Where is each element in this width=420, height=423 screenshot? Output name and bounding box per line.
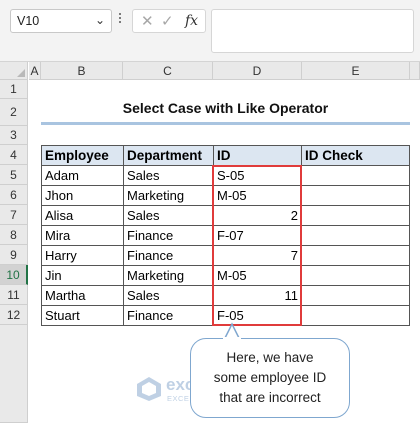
formula-controls: ✕ ✓ fx	[132, 9, 206, 33]
enter-icon[interactable]: ✓	[161, 12, 174, 30]
row-header-5[interactable]: 5	[0, 165, 28, 185]
cancel-icon[interactable]: ✕	[141, 12, 154, 30]
callout-tail-mask	[223, 337, 241, 341]
cell-id-check[interactable]	[301, 205, 410, 226]
cell-id[interactable]: F-07	[213, 225, 302, 246]
cell-department[interactable]: Finance	[123, 305, 214, 326]
column-header-c[interactable]: C	[123, 62, 213, 80]
cell-employee[interactable]: Jin	[41, 265, 124, 286]
cell-id[interactable]: 7	[213, 245, 302, 266]
table-row: Alisa Sales 2	[41, 205, 410, 226]
chevron-down-icon[interactable]: ⌄	[95, 13, 105, 27]
cell-id-check[interactable]	[301, 185, 410, 206]
cell-department[interactable]: Sales	[123, 285, 214, 306]
table-row: Jhon Marketing M-05	[41, 185, 410, 206]
table-row: Martha Sales 11	[41, 285, 410, 306]
cell-id[interactable]: 11	[213, 285, 302, 306]
cell-id[interactable]: M-05	[213, 185, 302, 206]
header-id-check[interactable]: ID Check	[301, 145, 410, 166]
row-header-11[interactable]: 11	[0, 285, 28, 305]
table-row: Harry Finance 7	[41, 245, 410, 266]
table-row: Mira Finance F-07	[41, 225, 410, 246]
column-header-a[interactable]: A	[29, 62, 41, 80]
header-employee[interactable]: Employee	[41, 145, 124, 166]
name-box[interactable]: V10 ⌄	[10, 9, 112, 33]
header-department[interactable]: Department	[123, 145, 214, 166]
header-id[interactable]: ID	[213, 145, 302, 166]
column-header-d[interactable]: D	[213, 62, 302, 80]
callout-line-1: Here, we have	[226, 350, 314, 365]
cell-id[interactable]: F-05	[213, 305, 302, 326]
table-header-row: Employee Department ID ID Check	[41, 145, 410, 166]
cell-employee[interactable]: Stuart	[41, 305, 124, 326]
callout-line-3: that are incorrect	[219, 390, 321, 405]
callout-line-2: some employee ID	[213, 370, 327, 385]
row-header-10[interactable]: 10	[0, 265, 28, 285]
cell-id[interactable]: M-05	[213, 265, 302, 286]
row-header-2[interactable]: 2	[0, 99, 28, 126]
worksheet: A B C D E 1 2 3 4 5 6 7 8 9 10 11 12 Sel…	[0, 62, 420, 423]
cell-id[interactable]: S-05	[213, 165, 302, 186]
row-header-1[interactable]: 1	[0, 80, 28, 99]
row-header-3[interactable]: 3	[0, 126, 28, 145]
cell-employee[interactable]: Alisa	[41, 205, 124, 226]
title-underline	[41, 122, 410, 125]
row-header-8[interactable]: 8	[0, 225, 28, 245]
more-options-icon[interactable]	[117, 11, 123, 29]
cell-id-check[interactable]	[301, 285, 410, 306]
sheet-title: Select Case with Like Operator	[122, 100, 329, 116]
column-header-e[interactable]: E	[302, 62, 410, 80]
cell-employee[interactable]: Martha	[41, 285, 124, 306]
cell-employee[interactable]: Adam	[41, 165, 124, 186]
cell-employee[interactable]: Harry	[41, 245, 124, 266]
cell-department[interactable]: Marketing	[123, 265, 214, 286]
callout-note: Here, we have some employee ID that are …	[190, 338, 350, 418]
cell-department[interactable]: Finance	[123, 245, 214, 266]
cell-id[interactable]: 2	[213, 205, 302, 226]
cell-employee[interactable]: Mira	[41, 225, 124, 246]
cell-id-check[interactable]	[301, 265, 410, 286]
column-header-f[interactable]	[410, 62, 420, 80]
insert-function-icon[interactable]: fx	[185, 13, 198, 29]
row-header-4[interactable]: 4	[0, 145, 28, 165]
row-header-7[interactable]: 7	[0, 205, 28, 225]
table-row: Jin Marketing M-05	[41, 265, 410, 286]
row-header-6[interactable]: 6	[0, 185, 28, 205]
cell-id-check[interactable]	[301, 165, 410, 186]
row-header-empty	[0, 325, 28, 423]
name-box-value: V10	[17, 14, 40, 28]
cell-id-check[interactable]	[301, 305, 410, 326]
cell-department[interactable]: Finance	[123, 225, 214, 246]
table-row: Adam Sales S-05	[41, 165, 410, 186]
cell-id-check[interactable]	[301, 225, 410, 246]
cell-employee[interactable]: Jhon	[41, 185, 124, 206]
formula-bar: V10 ⌄ ✕ ✓ fx	[0, 0, 420, 62]
select-all-button[interactable]	[0, 62, 28, 80]
cell-department[interactable]: Sales	[123, 165, 214, 186]
exceldemy-logo-icon	[137, 377, 161, 401]
table-row: Stuart Finance F-05	[41, 305, 410, 326]
formula-input[interactable]	[211, 9, 414, 53]
column-header-b[interactable]: B	[41, 62, 123, 80]
cell-id-check[interactable]	[301, 245, 410, 266]
cell-department[interactable]: Sales	[123, 205, 214, 226]
employee-table: Employee Department ID ID Check Adam Sal…	[41, 145, 410, 326]
row-header-12[interactable]: 12	[0, 305, 28, 325]
row-header-9[interactable]: 9	[0, 245, 28, 265]
cell-department[interactable]: Marketing	[123, 185, 214, 206]
